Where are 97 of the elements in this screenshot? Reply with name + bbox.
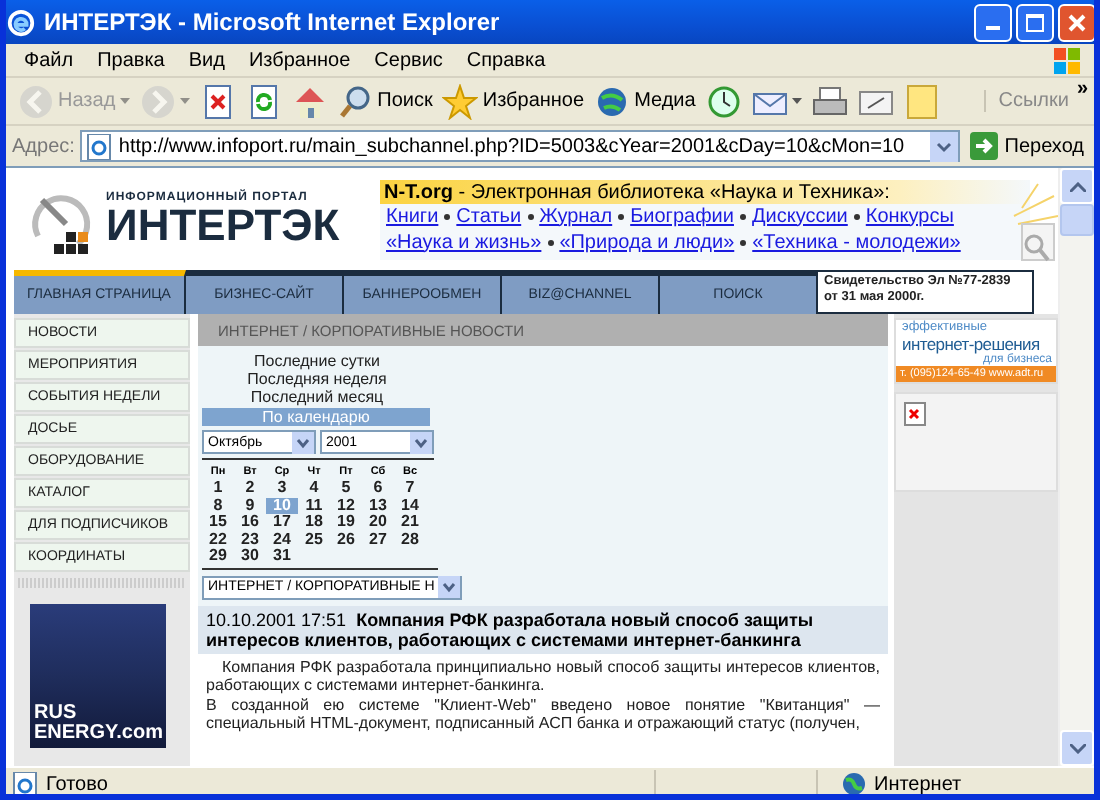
library-link[interactable]: Биографии bbox=[630, 203, 734, 229]
menu-item[interactable]: Избранное bbox=[236, 49, 363, 71]
period-link[interactable]: Последний месяц bbox=[202, 388, 432, 406]
bullet-icon bbox=[740, 239, 747, 245]
address-label: Адрес: bbox=[12, 135, 75, 157]
bullet-icon bbox=[618, 213, 625, 219]
scroll-down-icon bbox=[1069, 743, 1085, 753]
go-button[interactable]: Переход bbox=[966, 132, 1088, 160]
library-link[interactable]: Конкурсы bbox=[865, 203, 954, 229]
menu-item[interactable]: Правка bbox=[85, 49, 177, 71]
bullet-icon bbox=[444, 213, 451, 219]
calendar-day[interactable]: 30 bbox=[234, 548, 266, 566]
favorites-button[interactable]: Избранное bbox=[438, 79, 589, 123]
back-icon bbox=[18, 83, 54, 119]
status-text: Готово bbox=[46, 773, 110, 794]
calendar-day[interactable]: 31 bbox=[266, 548, 298, 566]
calendar-day[interactable]: 25 bbox=[298, 531, 330, 549]
maximize-button[interactable] bbox=[1016, 3, 1054, 41]
library-title: N-T.org - Электронная библиотека «Наука и Техника»: bbox=[382, 181, 890, 203]
library-link[interactable]: Дискуссии bbox=[751, 203, 848, 229]
globe-icon bbox=[842, 772, 866, 794]
minimize-button[interactable] bbox=[974, 3, 1012, 41]
bullet-icon bbox=[547, 239, 554, 245]
calendar-day[interactable]: 8 bbox=[202, 497, 234, 515]
scroll-thumb[interactable] bbox=[1060, 204, 1094, 236]
close-button[interactable] bbox=[1058, 3, 1094, 41]
article-paragraph: В созданной ею системе "Клиент-Web" введено новое понятие "Квитанция" — специальный HTML-документ, подписанный АСП банка и отражающий статус (получен, bbox=[206, 695, 880, 734]
bullet-icon bbox=[739, 213, 746, 219]
library-link[interactable]: «Наука и жизнь» bbox=[386, 229, 542, 255]
calendar-day[interactable]: 11 bbox=[298, 497, 330, 515]
calendar-day[interactable]: 2 bbox=[234, 480, 266, 498]
calendar-day[interactable]: 17 bbox=[266, 514, 298, 532]
calendar-day[interactable]: 1 bbox=[202, 480, 234, 498]
calendar-day[interactable]: 16 bbox=[234, 514, 266, 532]
arrow-icon bbox=[970, 132, 999, 160]
browser-logo-icon bbox=[6, 7, 36, 37]
forward-icon bbox=[139, 83, 176, 119]
calendar-day[interactable]: 14 bbox=[394, 497, 426, 515]
calendar-day[interactable]: 28 bbox=[394, 531, 426, 549]
stop-icon bbox=[199, 83, 236, 119]
menu-item[interactable]: Сервис bbox=[362, 49, 455, 71]
page-icon bbox=[86, 133, 113, 159]
scrollbar[interactable] bbox=[1058, 168, 1094, 766]
more-links-button[interactable]: » bbox=[1070, 78, 1094, 100]
security-zone: Интернет bbox=[874, 773, 962, 794]
period-link[interactable]: Последняя неделя bbox=[202, 370, 432, 388]
energy-banner[interactable]: RUS ENERGY.com bbox=[30, 604, 166, 748]
library-link[interactable]: Журнал bbox=[539, 203, 613, 229]
library-link[interactable]: «Техника - молодежи» bbox=[752, 229, 961, 255]
close-icon bbox=[1068, 13, 1086, 31]
calendar-day[interactable]: 13 bbox=[362, 497, 394, 515]
calendar-day[interactable]: 3 bbox=[266, 480, 298, 498]
calendar-day[interactable]: 20 bbox=[362, 514, 394, 532]
calendar-day[interactable]: 19 bbox=[330, 514, 362, 532]
bullet-icon bbox=[527, 213, 534, 219]
calendar-day[interactable]: 18 bbox=[298, 514, 330, 532]
article-paragraph: Компания РФК разработала принципиально новый способ защиты интересов клиентов, работающих с системами интернет-банкинга. bbox=[206, 657, 880, 696]
media-button[interactable]: Медиа bbox=[590, 79, 700, 123]
period-link[interactable]: Последние сутки bbox=[202, 352, 432, 370]
scroll-up-icon bbox=[1069, 181, 1085, 191]
bullet-icon bbox=[853, 213, 860, 219]
favorites-icon bbox=[442, 83, 479, 119]
menu-item[interactable]: Вид bbox=[176, 49, 237, 71]
logo-wordmark: ИНТЕРТЭК bbox=[106, 203, 340, 247]
window-title: ИНТЕРТЭК - Microsoft Internet Explorer bbox=[44, 8, 502, 36]
library-link[interactable]: «Природа и люди» bbox=[559, 229, 735, 255]
calendar-day[interactable]: 15 bbox=[202, 514, 234, 532]
calendar-day[interactable]: 21 bbox=[394, 514, 426, 532]
calendar-day[interactable]: 4 bbox=[298, 480, 330, 498]
calendar-day[interactable]: 29 bbox=[202, 548, 234, 566]
address-field[interactable]: http://www.infoport.ru/main_subchannel.php?ID=5003&cYear=2001&cDay=10&cMon=10 bbox=[80, 130, 961, 162]
notes-icon bbox=[903, 83, 940, 119]
library-link[interactable]: Статьи bbox=[456, 203, 522, 229]
calendar-day[interactable]: 23 bbox=[234, 531, 266, 549]
calendar-day[interactable]: 22 bbox=[202, 531, 234, 549]
calendar-day[interactable]: 5 bbox=[330, 480, 362, 498]
home-icon bbox=[291, 83, 328, 119]
search-button[interactable]: Поиск bbox=[333, 79, 437, 123]
history-icon bbox=[705, 83, 742, 119]
menu-item[interactable]: Справка bbox=[454, 49, 558, 71]
calendar-day[interactable]: 27 bbox=[362, 531, 394, 549]
calendar-day[interactable]: 26 bbox=[330, 531, 362, 549]
minimize-icon bbox=[986, 26, 1000, 30]
calendar-day[interactable]: 6 bbox=[362, 480, 394, 498]
refresh-icon bbox=[245, 83, 282, 119]
maximize-icon bbox=[1026, 13, 1044, 31]
calendar-day[interactable]: 24 bbox=[266, 531, 298, 549]
calendar-day[interactable]: 9 bbox=[234, 497, 266, 515]
broken-image-icon bbox=[904, 402, 926, 426]
calendar-day[interactable]: 12 bbox=[330, 497, 362, 515]
menu-item[interactable]: Файл bbox=[12, 49, 86, 71]
windows-flag-icon bbox=[1054, 47, 1082, 73]
print-icon bbox=[811, 83, 848, 119]
calendar-day[interactable]: 7 bbox=[394, 480, 426, 498]
search-icon bbox=[337, 83, 374, 119]
media-icon bbox=[594, 83, 631, 119]
library-link[interactable]: Книги bbox=[386, 203, 439, 229]
